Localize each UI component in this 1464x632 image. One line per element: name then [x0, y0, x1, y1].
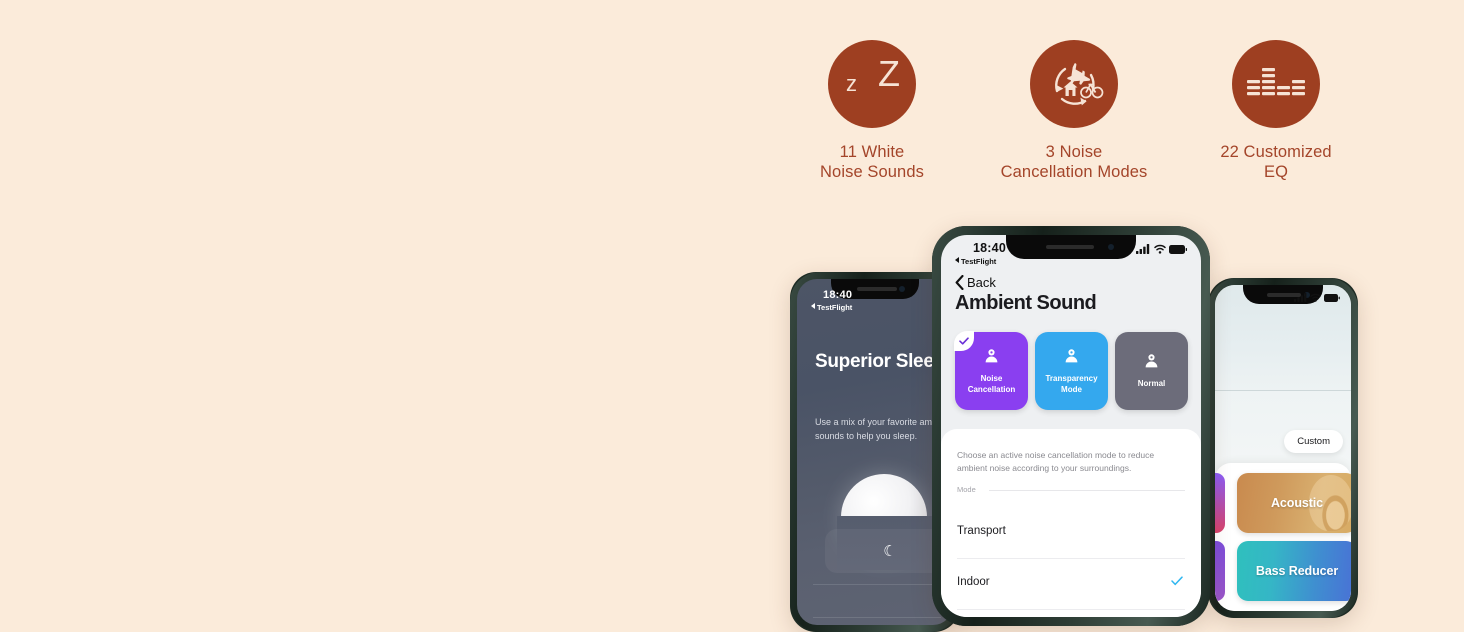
- equalizer-icon-circle: [1232, 40, 1320, 128]
- phone-right-status-icons: [1294, 293, 1340, 302]
- phone-center-status-bar: 18:40 TestFlight: [941, 235, 1201, 269]
- feature-label-white-noise: 11 White Noise Sounds: [820, 142, 924, 182]
- mode-list-item-label: Indoor: [957, 576, 990, 588]
- person-icon: [1145, 354, 1158, 368]
- battery-icon: [1169, 244, 1187, 254]
- wifi-icon: [1153, 244, 1166, 254]
- mode-card-noise-cancellation[interactable]: Noise Cancellation: [953, 330, 1030, 412]
- mode-card-transparency-mode[interactable]: Transparency Mode: [1035, 332, 1108, 410]
- divider: [813, 617, 941, 618]
- mode-card-label-line1: Normal: [1137, 379, 1166, 388]
- phone-center-screen: 18:40 TestFlight Back Ambient Sound Nois…: [941, 235, 1201, 617]
- wifi-icon: [1310, 293, 1321, 302]
- eq-custom-button[interactable]: Custom: [1284, 430, 1343, 453]
- mode-card-normal[interactable]: Normal: [1115, 332, 1188, 410]
- back-arrow-icon: [955, 257, 959, 263]
- status-carrier-label: TestFlight: [961, 257, 997, 266]
- divider: [957, 558, 1185, 559]
- selected-check-badge: [954, 331, 974, 351]
- feature-label-line1: 11 White: [839, 143, 905, 161]
- eq-preset-peek[interactable]: [1215, 473, 1225, 533]
- feature-noise-cancellation-modes: 3 Noise Cancellation Modes: [974, 40, 1174, 182]
- person-icon: [985, 348, 998, 362]
- feature-customized-eq: 22 Customized EQ: [1176, 40, 1376, 182]
- feature-label-line2: Cancellation Modes: [1000, 163, 1148, 181]
- back-arrow-icon: [811, 303, 815, 309]
- phone-center-status-icons: [1136, 244, 1187, 254]
- divider: [957, 609, 1185, 610]
- mode-card-label-line1: Transparency: [1045, 373, 1098, 383]
- status-time: 18:40: [973, 241, 1006, 255]
- section-header-mode: Mode: [957, 485, 976, 494]
- mode-list-item-indoor[interactable]: Indoor: [957, 560, 1185, 610]
- section-header-divider: [989, 490, 1185, 491]
- cellular-signal-icon: [1294, 293, 1307, 302]
- feature-badges-row: Zz 11 White Noise Sounds 3 Noise Cancell…: [772, 40, 1376, 200]
- sleep-page-title: Superior Sleep: [815, 351, 945, 372]
- mode-card-label-line1: Noise: [980, 373, 1003, 383]
- eq-preset-sheet: Acoustic Bass Reducer: [1215, 463, 1351, 611]
- phone-center-ambient-sound: 18:40 TestFlight Back Ambient Sound Nois…: [932, 226, 1210, 626]
- phone-left-screen: 18:40 TestFlight Superior Sleep Use a mi…: [797, 279, 953, 625]
- status-carrier: TestFlight: [955, 257, 996, 266]
- feature-label-line2: EQ: [1263, 163, 1289, 181]
- noise-cancellation-modes-icon: [1055, 63, 1104, 106]
- phone-right-screen: Custom Acoustic Bass Reducer: [1215, 285, 1351, 611]
- cellular-signal-icon: [1136, 244, 1150, 254]
- mode-list-item-label: Transport: [957, 525, 1006, 537]
- earpiece-speaker: [857, 287, 897, 291]
- status-carrier-label: TestFlight: [817, 303, 853, 312]
- eq-preset-acoustic[interactable]: Acoustic: [1237, 473, 1351, 533]
- crescent-moon-zz-icon: ☾: [883, 543, 897, 560]
- back-button[interactable]: Back: [955, 275, 996, 290]
- mode-card-label-line2: Mode: [1061, 384, 1082, 394]
- feature-white-noise-sounds: Zz 11 White Noise Sounds: [772, 40, 972, 182]
- ambient-mode-sheet: Choose an active noise cancellation mode…: [941, 429, 1201, 617]
- phone-right-eq-presets: Custom Acoustic Bass Reducer: [1208, 278, 1358, 618]
- mode-card-label-line2: Cancellation: [967, 384, 1016, 394]
- battery-icon: [1324, 293, 1340, 302]
- page-title: Ambient Sound: [955, 292, 1097, 314]
- check-icon: [959, 337, 969, 345]
- equalizer-icon: [1247, 68, 1305, 96]
- front-camera: [899, 286, 905, 292]
- sheet-description: Choose an active noise cancellation mode…: [957, 450, 1155, 473]
- feature-label-line1: 22 Customized: [1220, 143, 1332, 161]
- feature-label-line2: Noise Sounds: [820, 163, 924, 181]
- sleep-zz-icon: Zz: [846, 53, 900, 96]
- person-icon: [1065, 348, 1078, 362]
- eq-preset-peek[interactable]: [1215, 541, 1225, 601]
- status-carrier: TestFlight: [811, 303, 852, 312]
- back-button-label: Back: [967, 275, 996, 290]
- eq-preset-bass-reducer[interactable]: Bass Reducer: [1237, 541, 1351, 601]
- check-icon: [1171, 576, 1183, 586]
- sleep-zz-icon-circle: Zz: [828, 40, 916, 128]
- noise-cancellation-modes-icon-circle: [1030, 40, 1118, 128]
- eq-preset-label: Bass Reducer: [1255, 564, 1339, 578]
- feature-label-noise-cancellation: 3 Noise Cancellation Modes: [1001, 142, 1148, 182]
- eq-preset-label: Acoustic: [1271, 496, 1323, 510]
- feature-label-customized-eq: 22 Customized EQ: [1220, 142, 1331, 182]
- ambient-mode-cards: Noise Cancellation Transparency Mode Nor…: [953, 330, 1190, 412]
- mode-list-item-transport[interactable]: Transport: [957, 509, 1185, 559]
- chevron-left-icon: [955, 275, 964, 290]
- divider: [813, 584, 941, 585]
- feature-label-line1: 3 Noise: [1045, 143, 1103, 161]
- status-time: 18:40: [823, 289, 853, 301]
